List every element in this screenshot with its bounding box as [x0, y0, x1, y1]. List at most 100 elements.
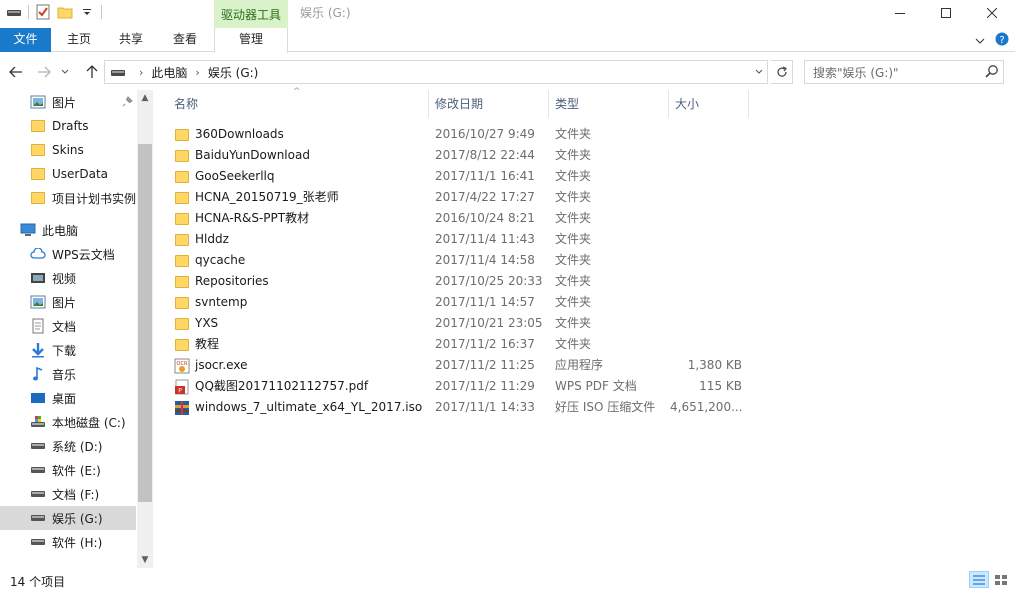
nav-item-videos[interactable]: 视频 [0, 266, 136, 290]
file-row[interactable]: HCNA_20150719_张老师 2017/4/22 17:27 文件夹 [160, 187, 760, 208]
nav-item-drive-d[interactable]: 系统 (D:) [0, 434, 136, 458]
tab-home[interactable]: 主页 [56, 28, 102, 52]
file-row[interactable]: OCR jsocr.exe 2017/11/2 11:25 应用程序 1,380 KB [160, 355, 760, 376]
refresh-button[interactable] [771, 60, 793, 84]
breadcrumb-current-drive[interactable]: 娱乐 (G:) [208, 64, 259, 81]
column-size[interactable]: 大小 [661, 90, 741, 118]
nav-item-music[interactable]: 音乐 [0, 362, 136, 386]
file-row[interactable]: windows_7_ultimate_x64_YL_2017.iso 2017/1… [160, 397, 760, 418]
nav-item-documents[interactable]: 文档 [0, 314, 136, 338]
tab-file[interactable]: 文件 [0, 28, 51, 52]
file-type: 文件夹 [555, 190, 592, 204]
nav-item-userdata[interactable]: UserData [0, 162, 136, 186]
new-folder-icon[interactable] [57, 4, 73, 20]
file-name-cell[interactable]: YXS [174, 313, 429, 334]
file-name-cell[interactable]: HCNA-R&S-PPT教材 [174, 208, 429, 229]
file-row[interactable]: P QQ截图20171102112757.pdf 2017/11/2 11:29 WP… [160, 376, 760, 397]
nav-item-skins[interactable]: Skins [0, 138, 136, 162]
nav-item-pictures[interactable]: 图片 [0, 290, 136, 314]
forward-button[interactable] [34, 62, 54, 82]
nav-item-drive-h[interactable]: 软件 (H:) [0, 530, 136, 554]
maximize-button[interactable] [923, 0, 969, 26]
file-row[interactable]: GooSeekerllq 2017/11/1 16:41 文件夹 [160, 166, 760, 187]
expand-ribbon-icon[interactable] [975, 34, 985, 48]
file-name-cell[interactable]: 教程 [174, 334, 429, 355]
column-type[interactable]: 类型 [541, 90, 661, 118]
forward-arrow-icon [38, 66, 51, 78]
file-size [670, 124, 742, 145]
file-row[interactable]: YXS 2017/10/21 23:05 文件夹 [160, 313, 760, 334]
file-name-cell[interactable]: qycache [174, 250, 429, 271]
nav-item-drive-f[interactable]: 文档 (F:) [0, 482, 136, 506]
nav-item-downloads[interactable]: 下载 [0, 338, 136, 362]
folder-icon [30, 166, 46, 182]
address-bar[interactable]: › 此电脑 › 娱乐 (G:) [104, 60, 768, 84]
nav-item-wps-cloud[interactable]: WPS云文档 [0, 242, 136, 266]
file-name-cell[interactable]: BaiduYunDownload [174, 145, 429, 166]
file-row[interactable]: Repositories 2017/10/25 20:33 文件夹 [160, 271, 760, 292]
file-date: 2017/11/1 14:57 [435, 295, 535, 309]
drive-icon [30, 510, 46, 526]
file-name-cell[interactable]: windows_7_ultimate_x64_YL_2017.iso [174, 397, 429, 418]
drive-icon [30, 534, 46, 550]
address-history-dropdown[interactable] [749, 61, 767, 83]
file-row[interactable]: BaiduYunDownload 2017/8/12 22:44 文件夹 [160, 145, 760, 166]
file-row[interactable]: svntemp 2017/11/1 14:57 文件夹 [160, 292, 760, 313]
tab-share[interactable]: 共享 [108, 28, 154, 52]
large-icons-view-button[interactable] [991, 571, 1011, 588]
nav-item-drive-g[interactable]: 娱乐 (G:) [0, 506, 136, 530]
scroll-up-arrow[interactable]: ▲ [137, 90, 153, 106]
breadcrumb-separator[interactable]: › [195, 66, 199, 79]
file-name-cell[interactable]: OCR jsocr.exe [174, 355, 429, 376]
file-type: 文件夹 [555, 253, 592, 267]
file-row[interactable]: qycache 2017/11/4 14:58 文件夹 [160, 250, 760, 271]
tab-view[interactable]: 查看 [162, 28, 208, 52]
file-row[interactable]: 360Downloads 2016/10/27 9:49 文件夹 [160, 124, 760, 145]
nav-item-drive-e[interactable]: 软件 (E:) [0, 458, 136, 482]
nav-item-project-plans[interactable]: 项目计划书实例 [0, 186, 136, 210]
nav-item-desktop[interactable]: 桌面 [0, 386, 136, 410]
breadcrumb-separator[interactable]: › [139, 66, 143, 79]
file-date: 2016/10/27 9:49 [435, 127, 535, 141]
file-size [670, 187, 742, 208]
file-name-cell[interactable]: Hlddz [174, 229, 429, 250]
search-icon[interactable] [985, 64, 999, 81]
file-name-cell[interactable]: HCNA_20150719_张老师 [174, 187, 429, 208]
file-name: HCNA-R&S-PPT教材 [195, 211, 310, 225]
file-name-cell[interactable]: GooSeekerllq [174, 166, 429, 187]
help-icon[interactable]: ? [995, 32, 1009, 49]
recent-locations-button[interactable] [58, 62, 72, 82]
close-button[interactable] [969, 0, 1015, 26]
column-date-modified[interactable]: 修改日期 [421, 90, 541, 118]
details-view-button[interactable] [969, 571, 989, 588]
file-name-cell[interactable]: Repositories [174, 271, 429, 292]
tab-manage[interactable]: 管理 [214, 28, 288, 53]
navigation-pane: 图片 Drafts Skins UserData 项目计划书实例 此电脑 WPS… [0, 90, 152, 568]
minimize-button[interactable] [877, 0, 923, 26]
file-name-cell[interactable]: svntemp [174, 292, 429, 313]
file-name-cell[interactable]: 360Downloads [174, 124, 429, 145]
downloads-icon [30, 342, 46, 358]
scrollbar-thumb[interactable] [138, 144, 152, 502]
up-button[interactable] [82, 62, 102, 82]
column-name[interactable]: 名称 [160, 90, 428, 118]
file-row[interactable]: HCNA-R&S-PPT教材 2016/10/24 8:21 文件夹 [160, 208, 760, 229]
search-box[interactable]: 搜索"娱乐 (G:)" [804, 60, 1004, 84]
nav-item-this-pc[interactable]: 此电脑 [0, 218, 136, 242]
breadcrumb-this-pc[interactable]: 此电脑 [151, 64, 187, 81]
file-date: 2017/11/1 16:41 [435, 169, 535, 183]
file-date: 2017/11/4 11:43 [435, 232, 535, 246]
nav-item-drafts[interactable]: Drafts [0, 114, 136, 138]
nav-item-drive-c[interactable]: 本地磁盘 (C:) [0, 410, 136, 434]
file-name-cell[interactable]: P QQ截图20171102112757.pdf [174, 376, 429, 397]
file-row[interactable]: Hlddz 2017/11/4 11:43 文件夹 [160, 229, 760, 250]
properties-icon[interactable] [35, 4, 51, 20]
back-button[interactable] [6, 62, 26, 82]
navigation-scrollbar[interactable]: ▲ ▼ [137, 90, 153, 568]
file-row[interactable]: 教程 2017/11/2 16:37 文件夹 [160, 334, 760, 355]
pin-icon[interactable] [122, 95, 134, 110]
customize-toolbar-icon[interactable] [79, 4, 95, 20]
scroll-down-arrow[interactable]: ▼ [137, 552, 153, 568]
nav-item-pictures-quick[interactable]: 图片 [0, 90, 136, 114]
search-input[interactable]: 搜索"娱乐 (G:)" [813, 64, 899, 81]
